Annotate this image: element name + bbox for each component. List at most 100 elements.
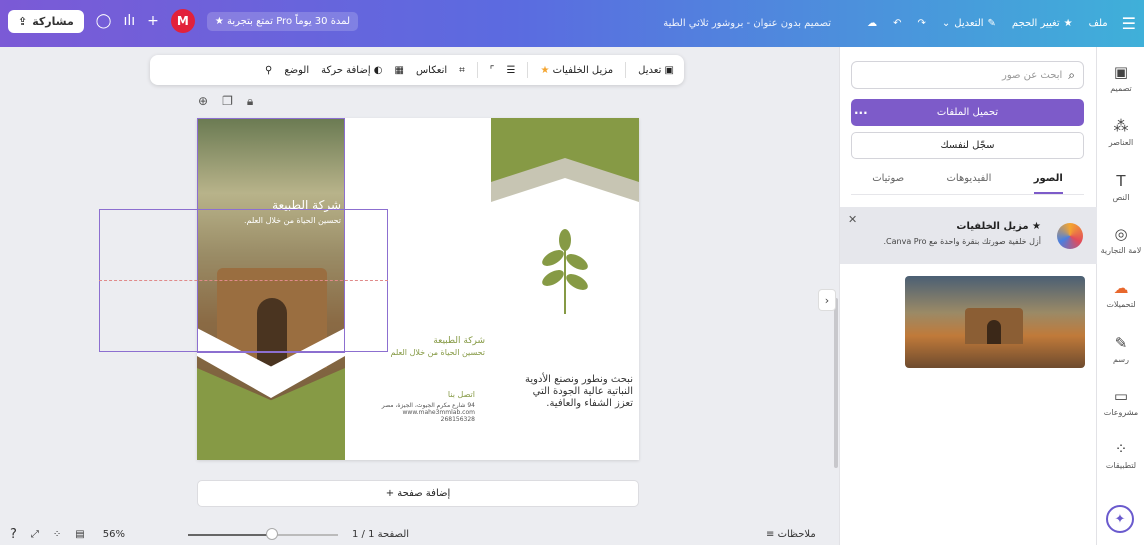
close-icon[interactable]: ✕	[848, 213, 857, 226]
chevron-right-icon: ›	[824, 293, 830, 307]
zoom-slider-knob[interactable]	[266, 528, 278, 540]
text-icon: T	[1116, 172, 1126, 190]
sidebar-item-elements[interactable]: ⁂ العناصر	[1097, 117, 1144, 147]
ruins-arch-shape	[965, 308, 1023, 344]
fullscreen-icon[interactable]: ⤢	[31, 529, 39, 540]
transparency-icon[interactable]: ▦	[395, 65, 404, 76]
draw-icon: ✎	[1114, 334, 1128, 352]
share-label: مشاركة	[32, 14, 74, 28]
sidebar-item-label: العناصر	[1108, 138, 1134, 147]
grid-view-icon[interactable]: ⁘	[53, 529, 61, 540]
sidebar-item-uploads[interactable]: ☁ لتحميلات	[1097, 279, 1144, 309]
record-yourself-button[interactable]: سجّل لنفسك	[851, 132, 1084, 159]
bg-remover-icon	[1057, 223, 1083, 249]
bg-remover-label: مزيل الخلفيات	[552, 64, 614, 76]
zoom-level[interactable]: 56%	[103, 529, 125, 540]
analytics-icon[interactable]: ılı	[123, 13, 135, 29]
panel-scrollbar[interactable]	[834, 298, 838, 468]
bg-remover-button[interactable]: مزيل الخلفيات ★	[540, 65, 613, 76]
brand-icon: ◎	[1114, 225, 1128, 243]
upload-files-button[interactable]: تحميل الملفات	[851, 99, 1084, 126]
notes-button[interactable]: ≡ ملاحظات	[766, 529, 816, 540]
resize-button[interactable]: ★ تغيير الحجم	[1012, 18, 1073, 29]
contact-phone[interactable]: 268156328	[347, 416, 475, 423]
add-page-icon[interactable]: ⊕	[198, 94, 208, 109]
upload-icon: ☁	[1113, 279, 1129, 297]
edit-mode-button[interactable]: ✎ التعديل ⌄	[942, 18, 996, 29]
redo-icon[interactable]: ↷	[917, 18, 925, 29]
uploads-panel: ⌕ ابحث عن صور تحميل الملفات ... سجّل لنف…	[839, 47, 1097, 545]
sidebar-item-brand[interactable]: ◎ لامة التجارية	[1097, 225, 1144, 255]
zoom-slider[interactable]	[188, 528, 338, 540]
more-options-button[interactable]: ...	[854, 103, 868, 117]
promo-text: أزل خلفية صورتك بنقرة واحدة مع Canva Pro…	[883, 237, 1042, 246]
tab-audio[interactable]: صوتيات	[872, 173, 904, 194]
contact-website[interactable]: www.mahe3mmlab.com	[347, 409, 475, 416]
bottom-bar: ? ⤢ ⁘ ▤ 56% الصفحة 1 / 1 ≡ ملاحظات	[0, 523, 838, 545]
share-button[interactable]: ⇪ مشاركة	[8, 9, 84, 33]
comment-icon[interactable]: ◯	[96, 13, 112, 29]
page-indicator[interactable]: الصفحة 1 / 1	[352, 529, 409, 540]
document-title[interactable]: تصميم بدون عنوان - بروشور ثلاثي الطية	[663, 18, 831, 29]
corner-rounding-icon[interactable]: ⌜	[490, 65, 495, 76]
tab-images[interactable]: الصور	[1033, 173, 1063, 194]
divider	[476, 62, 478, 78]
animate-button[interactable]: ◐ إضافة حركة	[321, 65, 382, 76]
cloud-save-icon[interactable]: ☁	[867, 18, 877, 29]
flip-button[interactable]: انعكاس	[416, 65, 447, 76]
sidebar-item-projects[interactable]: ▭ مشروعات	[1097, 387, 1144, 417]
copy-style-icon[interactable]: ⚲	[265, 65, 272, 76]
uploaded-image-thumbnail[interactable]	[905, 276, 1085, 368]
pro-star-icon: ★	[540, 64, 550, 76]
upload-files-label: تحميل الملفات	[936, 107, 999, 118]
avatar[interactable]: M	[170, 9, 195, 33]
add-page-button[interactable]: + إضافة صفحة	[197, 480, 639, 507]
page-tools: ⊕ ❐ 🔒︎	[198, 94, 253, 109]
share-icon: ⇪	[18, 14, 28, 28]
top-bar-actions: ⇪ مشاركة ◯ ılı + M ★ تمتع بتجربة Pro لمد…	[8, 9, 359, 33]
layout-icon: ▣	[1113, 63, 1129, 81]
position-button[interactable]: الوضع	[284, 65, 309, 76]
border-style-icon[interactable]: ☰	[506, 65, 515, 76]
divider	[527, 62, 529, 78]
search-input[interactable]: ⌕ ابحث عن صور	[851, 61, 1084, 89]
zoom-slider-fill	[188, 534, 272, 536]
contact-address[interactable]: 94 شارع مكرم الجيوث، الجيزة، مصر	[347, 402, 475, 409]
sidebar-item-draw[interactable]: ✎ رسم	[1097, 334, 1144, 364]
sidebar-item-design[interactable]: ▣ تصميم	[1097, 63, 1144, 93]
notes-label: ملاحظات	[777, 528, 816, 540]
tab-videos[interactable]: الفيديوهات	[947, 173, 992, 194]
edit-image-button[interactable]: ▣ تعديل	[638, 65, 674, 76]
sparkle-icon: ✦	[1114, 511, 1126, 527]
edit-mode-label: التعديل	[954, 18, 984, 29]
folder-icon: ▭	[1113, 387, 1129, 405]
pro-trial-button[interactable]: ★ تمتع بتجربة Pro لمدة 30 يوماً	[206, 11, 359, 31]
headline[interactable]: نبحث ونطور ونصنع الأدوية النباتية عالية …	[513, 374, 633, 410]
leaf-icon[interactable]	[539, 228, 591, 314]
file-menu[interactable]: ملف	[1089, 18, 1108, 29]
undo-icon[interactable]: ↶	[893, 18, 901, 29]
alignment-guide	[99, 280, 388, 281]
collapse-panel-button[interactable]: ›	[818, 289, 836, 311]
help-icon[interactable]: ?	[10, 527, 17, 542]
lock-icon[interactable]: 🔒︎	[247, 94, 253, 109]
search-placeholder: ابحث عن صور	[1002, 69, 1063, 81]
add-page-label: + إضافة صفحة	[385, 488, 451, 499]
side-navigation: ▣ تصميم ⁂ العناصر T النص ◎ لامة التجارية ☁ لت…	[1096, 47, 1144, 545]
sidebar-item-text[interactable]: T النص	[1097, 172, 1144, 202]
sidebar-item-label: لامة التجارية	[1100, 246, 1142, 255]
magic-assistant-button[interactable]: ✦	[1106, 505, 1134, 533]
elements-icon: ⁂	[1113, 117, 1129, 135]
crop-icon[interactable]: ⌗	[459, 65, 465, 76]
contact-title[interactable]: اتصل بنا	[347, 390, 475, 399]
duplicate-page-icon[interactable]: ❐	[222, 94, 233, 109]
pro-trial-label: تمتع بتجربة Pro لمدة 30 يوماً	[227, 15, 351, 27]
animate-label: إضافة حركة	[321, 64, 371, 76]
bg-remover-promo[interactable]: ★ مزيل الخلفيات أزل خلفية صورتك بنقرة وا…	[840, 207, 1097, 264]
sidebar-item-label: النص	[1112, 193, 1130, 202]
page-view-icon[interactable]: ▤	[75, 529, 84, 540]
hamburger-icon[interactable]: ☰	[1122, 14, 1136, 33]
sidebar-item-label: رسم	[1113, 355, 1129, 364]
add-collaborator-icon[interactable]: +	[147, 13, 159, 29]
sidebar-item-apps[interactable]: ⁘ لتطبيقات	[1097, 440, 1144, 470]
